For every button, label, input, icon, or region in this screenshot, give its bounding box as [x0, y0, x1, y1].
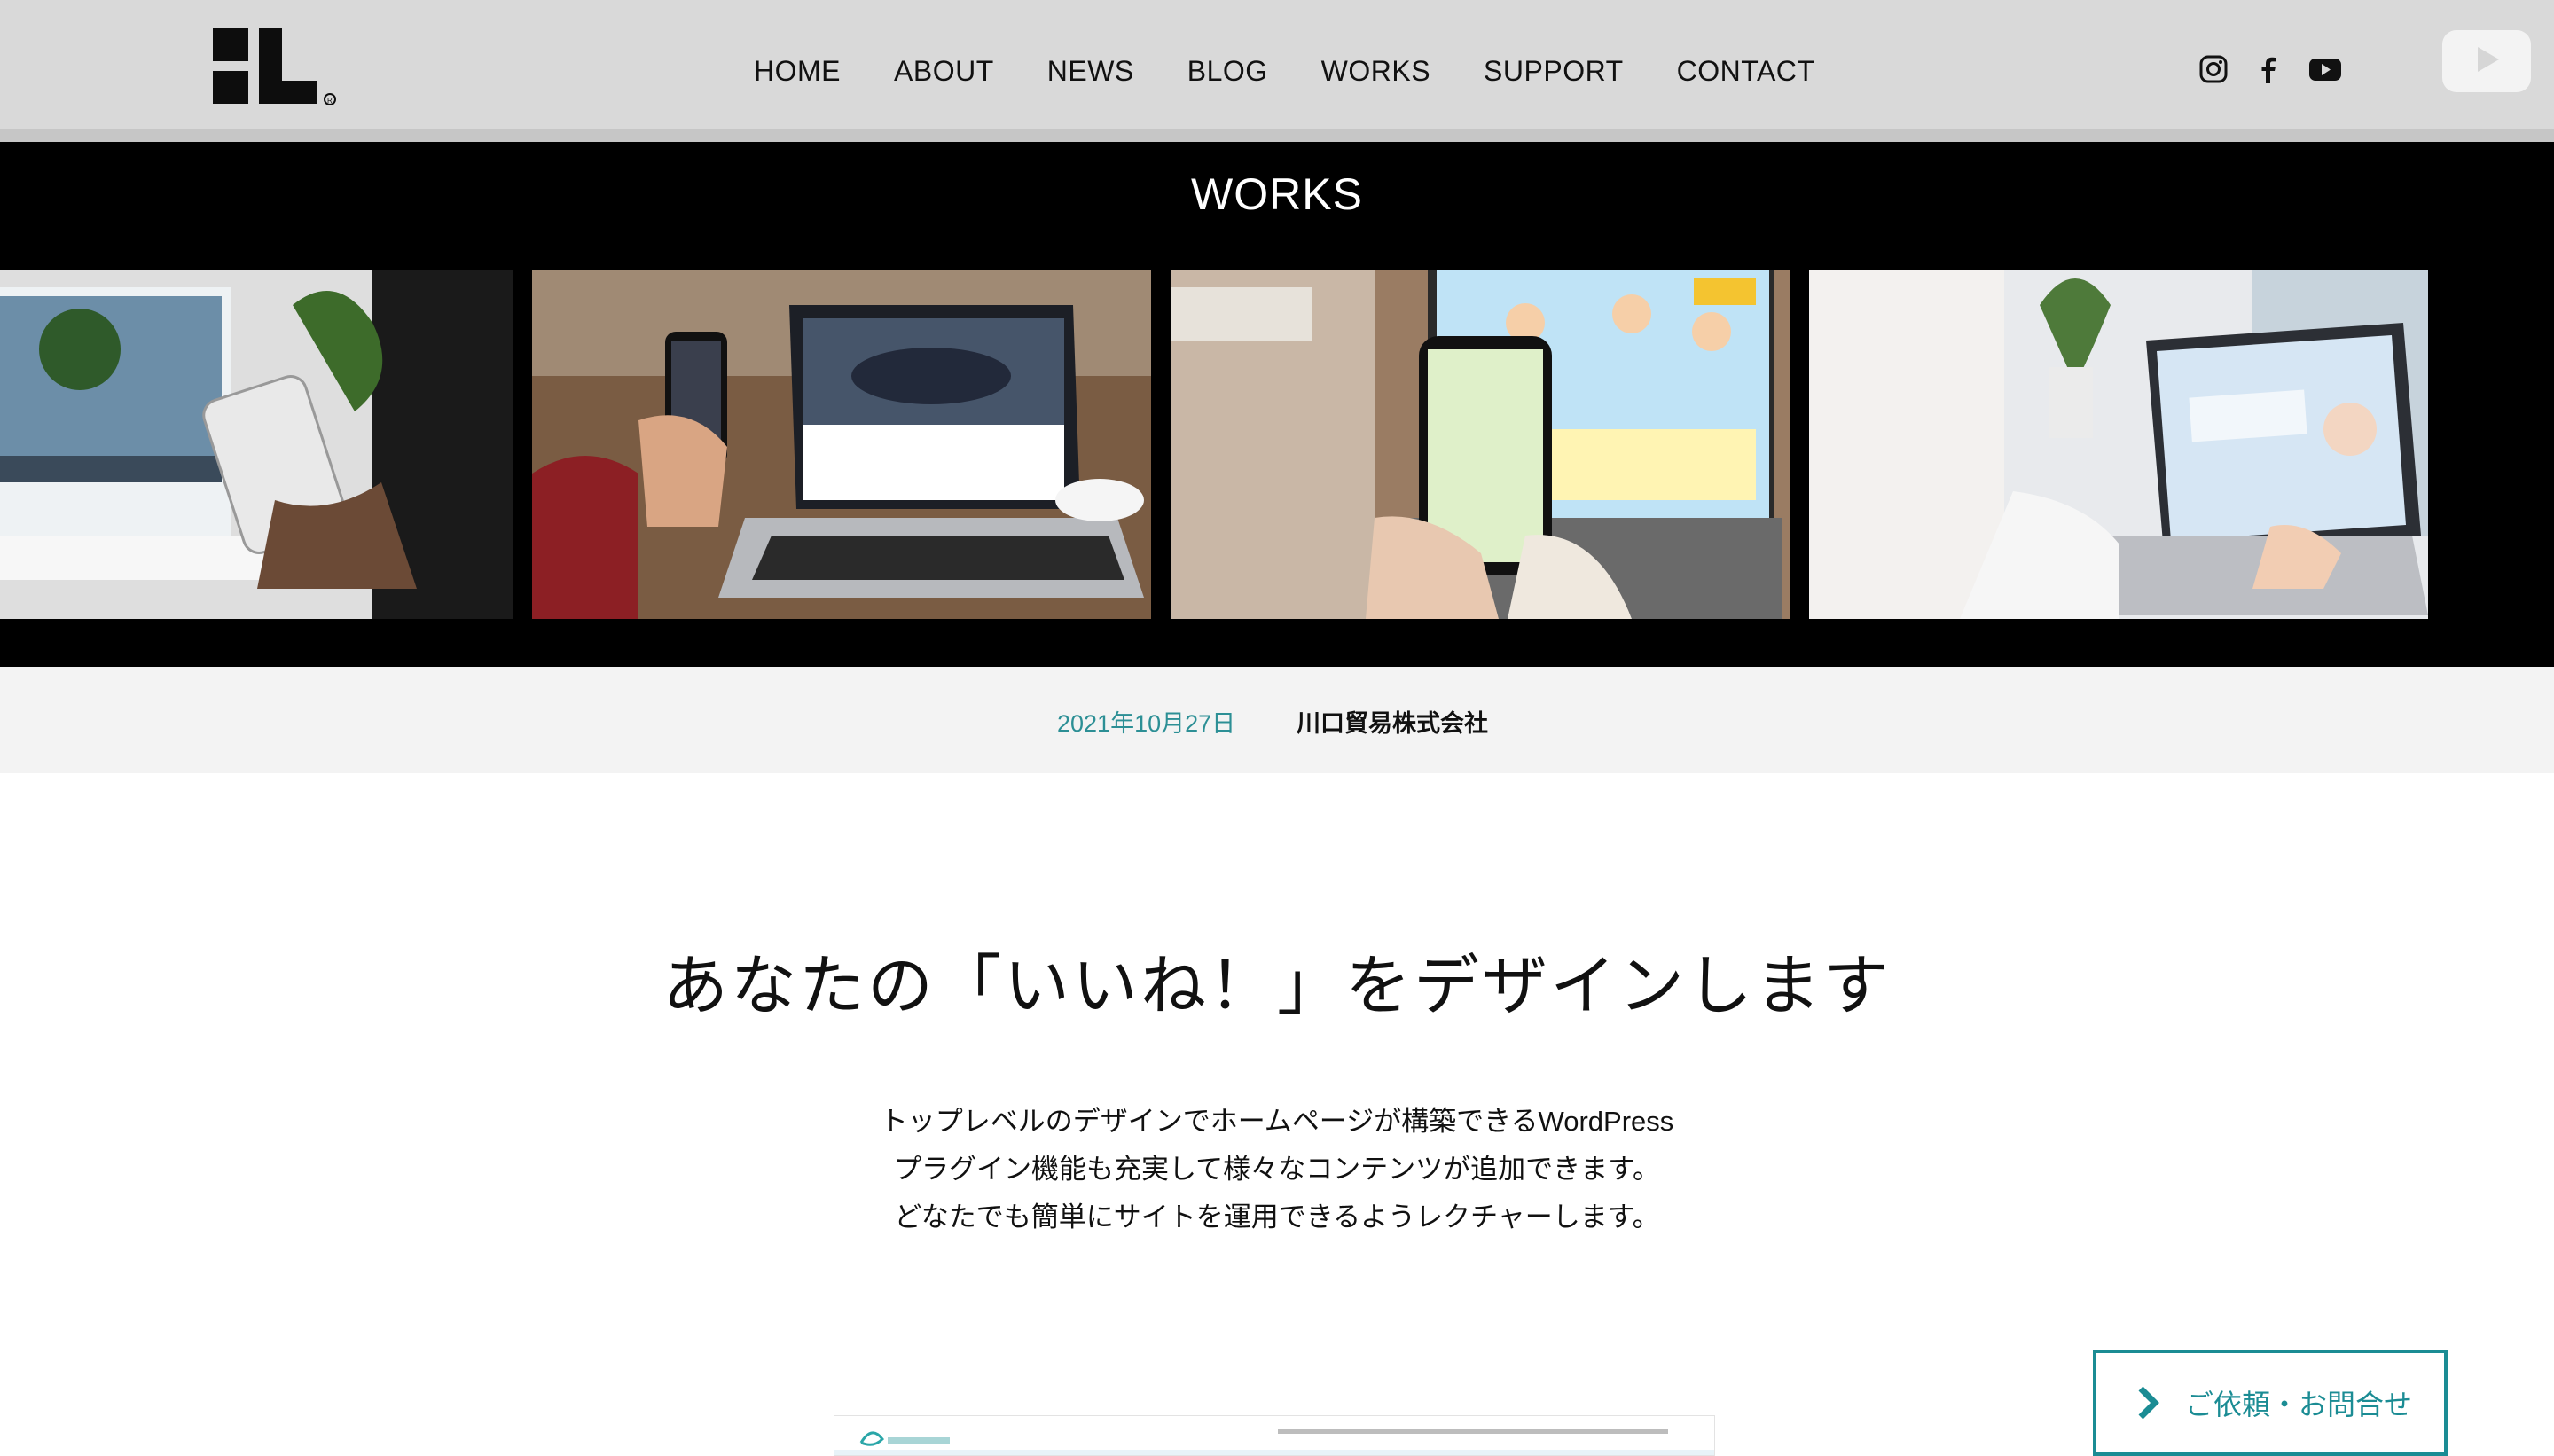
video-play-widget[interactable]: [2442, 30, 2531, 92]
nav-news[interactable]: NEWS: [1047, 50, 1134, 92]
facebook-icon[interactable]: [2252, 53, 2284, 85]
contact-request-button[interactable]: ご依頼・お問合せ: [2093, 1350, 2448, 1456]
page-headline: あなたの「いいね！」をデザインします: [662, 949, 1892, 1022]
intro-line-1: トップレベルのデザインでホームページが構築できるWordPress: [880, 1106, 1674, 1137]
nav-about[interactable]: ABOUT: [894, 50, 994, 92]
main-nav: HOME ABOUT NEWS BLOG WORKS SUPPORT CONTA…: [754, 50, 1814, 92]
nav-contact[interactable]: CONTACT: [1677, 50, 1815, 92]
youtube-icon[interactable]: [2307, 53, 2341, 85]
post-meta-bar: 2021年10月27日 川口貿易株式会社: [0, 667, 2554, 773]
intro-line-2: プラグイン機能も充実して様々なコンテンツが追加できます。: [894, 1154, 1660, 1185]
slide-laptop-and-phone-car-site[interactable]: [532, 270, 1151, 619]
play-icon: [2471, 43, 2503, 80]
nav-support[interactable]: SUPPORT: [1484, 50, 1624, 92]
nav-blog[interactable]: BLOG: [1187, 50, 1268, 92]
site-header: R HOME ABOUT NEWS BLOG WORKS SUPPORT CON…: [0, 0, 2554, 129]
contact-button-label: ご依頼・お問合せ: [2185, 1389, 2413, 1421]
site-preview-image: [834, 1415, 1715, 1456]
nav-works[interactable]: WORKS: [1321, 50, 1430, 92]
works-slider[interactable]: [0, 270, 2554, 619]
hero-title: WORKS: [1191, 169, 1363, 219]
intro-line-3: どなたでも簡単にサイトを運用できるようレクチャーします。: [894, 1202, 1660, 1233]
client-name: 川口貿易株式会社: [1297, 710, 1488, 737]
svg-text:R: R: [327, 97, 333, 105]
site-logo[interactable]: R: [213, 28, 337, 106]
social-links: [2198, 53, 2341, 85]
slide-laptop-medical-site[interactable]: [1809, 270, 2428, 619]
intro-paragraph: トップレベルのデザインでホームページが構築できるWordPress プラグイン機…: [0, 1098, 2554, 1241]
slide-laptop-and-phone-forest-site[interactable]: [0, 270, 513, 619]
slide-laptop-and-phone-nursery-site[interactable]: [1171, 270, 1790, 619]
instagram-icon[interactable]: [2198, 53, 2229, 85]
header-divider: [0, 129, 2554, 142]
nav-home[interactable]: HOME: [754, 50, 841, 92]
chevron-right-icon: [2135, 1385, 2162, 1421]
post-date: 2021年10月27日: [1057, 710, 1236, 737]
